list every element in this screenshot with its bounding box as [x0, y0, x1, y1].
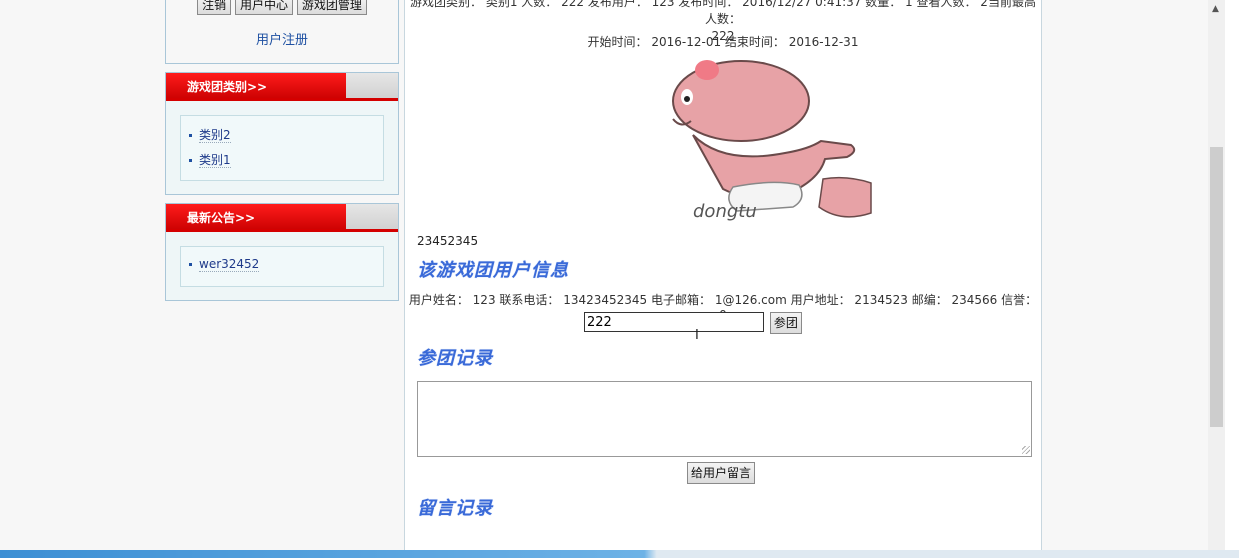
category-item[interactable]: 类别1: [189, 151, 375, 176]
resize-grip-icon[interactable]: [1022, 446, 1030, 454]
left-sidebar: 注销 用户中心 游戏团管理 用户注册 游戏团类别>> 类别2 类别1 最新公告>…: [165, 0, 399, 301]
scrollbar-thumb[interactable]: [1210, 147, 1223, 427]
category-label[interactable]: 类别1: [199, 153, 231, 168]
image-watermark: dongtu: [693, 201, 757, 222]
announcement-list: wer32452: [180, 246, 384, 287]
group-code: 23452345: [417, 234, 479, 248]
leave-message-button[interactable]: 给用户留言: [687, 462, 756, 484]
category-list: 类别2 类别1: [180, 115, 384, 181]
panel-divider: [166, 98, 398, 101]
categories-panel: 游戏团类别>> 类别2 类别1: [165, 72, 399, 195]
user-box: 注销 用户中心 游戏团管理 用户注册: [165, 0, 399, 64]
window-edge: [1225, 0, 1239, 558]
group-time-info: 开始时间： 2016-12-01 结束时间： 2016-12-31: [587, 35, 859, 49]
announcements-panel-body: wer32452: [166, 232, 398, 300]
announcements-panel-title: 最新公告>>: [166, 204, 346, 232]
announcements-panel: 最新公告>> wer32452: [165, 203, 399, 301]
join-row: 参团: [584, 312, 802, 334]
categories-panel-body: 类别2 类别1: [166, 101, 398, 194]
group-info-text: 游戏团类别： 类别1 人数： 222 发布用户： 123 发布时间： 2016/…: [410, 0, 1036, 26]
scroll-up-icon[interactable]: ▲: [1212, 4, 1219, 14]
text-cursor-icon: I: [695, 328, 699, 343]
bottom-progress-bar: [0, 550, 1239, 558]
register-link[interactable]: 用户注册: [166, 29, 398, 48]
message-textarea[interactable]: [417, 381, 1032, 457]
vertical-scrollbar[interactable]: ▲: [1208, 0, 1225, 558]
logout-button[interactable]: 注销: [197, 0, 232, 15]
categories-panel-header: 游戏团类别>>: [166, 73, 398, 101]
join-records-title: 参团记录: [417, 348, 493, 369]
categories-panel-title: 游戏团类别>>: [166, 73, 346, 101]
bullet-icon: [189, 134, 192, 137]
message-records-title: 留言记录: [417, 498, 493, 519]
announcement-label[interactable]: wer32452: [199, 257, 260, 272]
bullet-icon: [189, 263, 192, 266]
join-button[interactable]: 参团: [769, 312, 802, 334]
category-label[interactable]: 类别2: [199, 128, 231, 143]
user-info-title: 该游戏团用户信息: [417, 260, 569, 281]
announcements-panel-header: 最新公告>>: [166, 204, 398, 232]
bullet-icon: [189, 159, 192, 162]
announcement-item[interactable]: wer32452: [189, 257, 375, 282]
user-center-button[interactable]: 用户中心: [234, 0, 293, 15]
category-item[interactable]: 类别2: [189, 126, 375, 151]
user-buttons: 注销 用户中心 游戏团管理: [166, 0, 398, 15]
main-content: 游戏团类别： 类别1 人数： 222 发布用户： 123 发布时间： 2016/…: [404, 0, 1042, 558]
group-manage-button[interactable]: 游戏团管理: [296, 0, 367, 15]
group-image: dongtu: [663, 57, 875, 225]
panel-divider: [166, 229, 398, 232]
join-count-input[interactable]: [584, 312, 764, 332]
